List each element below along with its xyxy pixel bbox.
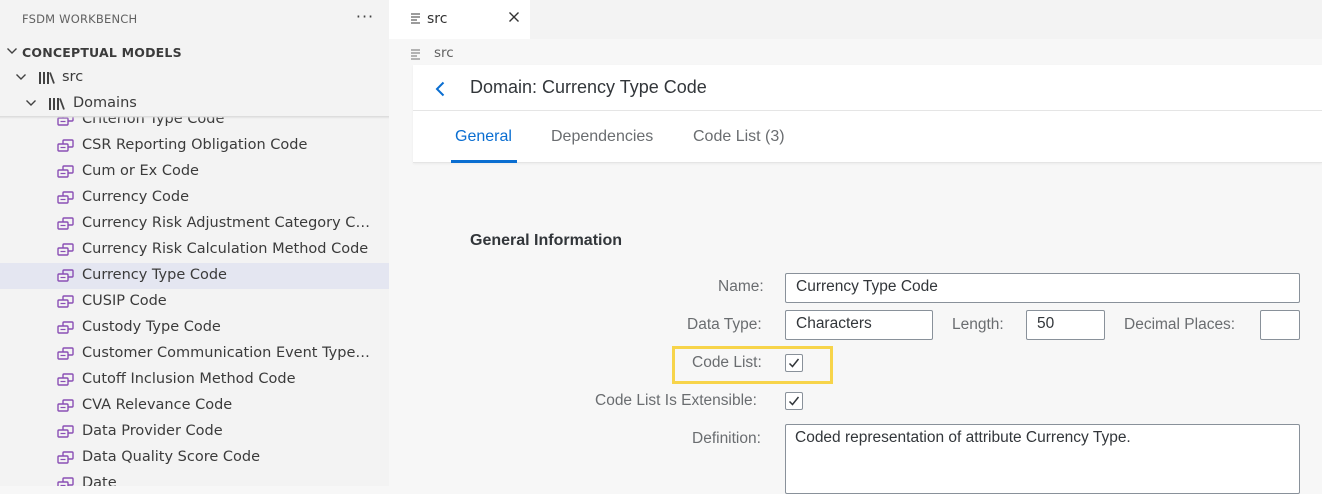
domain-icon (57, 295, 74, 308)
list-item-label: CSR Reporting Obligation Code (82, 137, 308, 153)
domain-icon (57, 477, 74, 486)
list-item[interactable]: CSR Reporting Obligation Code (0, 133, 389, 159)
tab-label: src (427, 11, 448, 27)
domain-icon (57, 217, 74, 230)
section-title: General Information (470, 232, 623, 249)
domain-icon (57, 191, 74, 204)
list-item-label: Custody Type Code (82, 319, 221, 335)
list-item[interactable]: Custody Type Code (0, 315, 389, 341)
domain-icon (57, 347, 74, 360)
list-item-label: Customer Communication Event Type Co... (82, 345, 374, 361)
domain-icon (57, 373, 74, 386)
definition-textarea[interactable]: Coded representation of attribute Curren… (785, 424, 1300, 494)
file-lines-icon (411, 13, 420, 24)
back-arrow-icon[interactable] (431, 79, 451, 99)
active-tab-indicator (451, 160, 517, 163)
list-item[interactable]: Data Provider Code (0, 419, 389, 445)
list-item-label: Cum or Ex Code (82, 163, 199, 179)
code-list-label: Code List: (692, 354, 762, 371)
length-input[interactable]: 50 (1026, 310, 1105, 340)
list-item[interactable]: Currency Risk Adjustment Category Code (0, 211, 389, 237)
length-label: Length: (952, 316, 1004, 333)
sticky-scroll-shadow (0, 116, 389, 119)
domain-icon (57, 269, 74, 282)
breadcrumb-label: src (434, 45, 454, 61)
list-item[interactable]: Cutoff Inclusion Method Code (0, 367, 389, 393)
sidebar-header: FSDM WORKBENCH ··· (0, 0, 389, 38)
tree-item-domains[interactable]: Domains (0, 91, 389, 117)
list-item-label: Data Provider Code (82, 423, 223, 439)
sidebar-title: FSDM WORKBENCH (22, 12, 138, 26)
domain-icon (57, 399, 74, 412)
domain-icon (57, 425, 74, 438)
domain-icon (57, 321, 74, 334)
domain-list: Criterion Type Code CSR Reporting Obligat… (0, 117, 389, 486)
checkmark-icon (788, 358, 800, 368)
section-conceptual-models[interactable]: CONCEPTUAL MODELS (0, 39, 389, 65)
list-item[interactable]: Data Quality Score Code (0, 445, 389, 471)
name-label: Name: (718, 278, 764, 295)
list-item[interactable]: Date (0, 471, 389, 486)
chevron-down-icon (7, 48, 17, 54)
code-list-checkbox[interactable] (785, 354, 803, 372)
domain-icon (57, 243, 74, 256)
list-item[interactable]: CVA Relevance Code (0, 393, 389, 419)
section-label: CONCEPTUAL MODELS (22, 45, 182, 60)
editor-tab-src[interactable]: src (389, 0, 530, 39)
tab-general[interactable]: General (455, 128, 512, 146)
editor-content: src Domain: Currency Type Code General D… (389, 39, 1322, 494)
domain-icon (57, 165, 74, 178)
domain-icon (57, 139, 74, 152)
list-item[interactable]: Currency Type Code (0, 263, 389, 289)
chevron-down-icon (16, 74, 26, 80)
list-item-label: Date (82, 475, 117, 486)
page-title: Domain: Currency Type Code (470, 77, 707, 97)
list-item[interactable]: Customer Communication Event Type Co... (0, 341, 389, 367)
tree-item-label: Domains (73, 95, 137, 111)
ellipsis-icon[interactable]: ··· (354, 8, 376, 28)
data-type-label: Data Type: (687, 316, 762, 333)
explorer-sidebar: FSDM WORKBENCH ··· CONCEPTUAL MODELS src… (0, 0, 389, 486)
checkmark-icon (788, 396, 800, 406)
chevron-down-icon (26, 100, 36, 106)
list-item[interactable]: Currency Risk Calculation Method Code (0, 237, 389, 263)
list-item-label: CVA Relevance Code (82, 397, 233, 413)
list-item-label: CUSIP Code (82, 293, 167, 309)
list-item[interactable]: Cum or Ex Code (0, 159, 389, 185)
file-lines-icon (411, 49, 420, 60)
editor-tab-bar: src (389, 0, 1322, 39)
list-item-label: Data Quality Score Code (82, 449, 260, 465)
list-item-label: Currency Risk Adjustment Category Code (82, 215, 374, 231)
tree-item-src[interactable]: src (0, 65, 389, 91)
list-item[interactable]: CUSIP Code (0, 289, 389, 315)
list-item-label: Currency Type Code (82, 267, 227, 283)
definition-label: Definition: (692, 430, 761, 447)
data-type-input[interactable]: Characters (785, 310, 933, 340)
object-page-header: Domain: Currency Type Code General Depen… (413, 65, 1322, 163)
decimal-places-label: Decimal Places: (1124, 316, 1236, 333)
list-item-label: Cutoff Inclusion Method Code (82, 371, 296, 387)
name-input[interactable]: Currency Type Code (785, 273, 1300, 303)
code-list-extensible-checkbox[interactable] (785, 392, 803, 410)
decimal-places-input[interactable] (1260, 310, 1300, 340)
list-item[interactable]: Currency Code (0, 185, 389, 211)
list-item-label: Currency Code (82, 189, 190, 205)
header-divider (413, 110, 1322, 111)
list-item[interactable]: Criterion Type Code (0, 117, 389, 133)
list-item-label: Currency Risk Calculation Method Code (82, 241, 369, 257)
tab-dependencies[interactable]: Dependencies (551, 128, 653, 146)
code-list-extensible-label: Code List Is Extensible: (595, 392, 757, 409)
library-icon (49, 98, 65, 110)
domain-icon (57, 451, 74, 464)
library-icon (39, 72, 55, 84)
close-icon[interactable] (507, 10, 521, 24)
tab-code-list[interactable]: Code List (3) (693, 128, 785, 146)
tree-item-label: src (62, 69, 84, 85)
